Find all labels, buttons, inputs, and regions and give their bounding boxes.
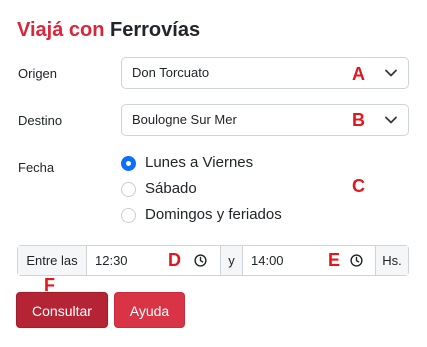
- page-title: Viajá con Ferrovías: [17, 18, 200, 42]
- annotation-marker-a: A: [352, 64, 365, 84]
- title-accent: Viajá con: [17, 19, 105, 41]
- chevron-down-icon: [385, 116, 397, 124]
- annotation-marker-b: B: [352, 110, 365, 130]
- time-suffix: Hs.: [376, 246, 408, 275]
- origin-select[interactable]: Don Torcuato: [121, 57, 409, 89]
- time-to-value: 14:00: [251, 253, 284, 268]
- chevron-down-icon: [385, 69, 397, 77]
- radio-weekdays-label: Lunes a Viernes: [145, 154, 254, 171]
- trip-search-card: Viajá con Ferrovías Origen Don Torcuato …: [0, 0, 427, 347]
- submit-button[interactable]: Consultar: [16, 292, 108, 328]
- radio-sundays-holidays[interactable]: [121, 207, 136, 223]
- origin-value: Don Torcuato: [132, 65, 210, 80]
- radio-option-saturday[interactable]: Sábado: [121, 179, 197, 199]
- help-button[interactable]: Ayuda: [114, 292, 185, 328]
- radio-saturday[interactable]: [121, 181, 136, 197]
- time-to-input[interactable]: 14:00 E: [243, 246, 376, 275]
- time-from-value: 12:30: [95, 253, 128, 268]
- time-connector: y: [221, 246, 243, 275]
- radio-option-sundays-holidays[interactable]: Domingos y feriados: [121, 205, 282, 225]
- annotation-marker-e: E: [328, 250, 341, 270]
- time-range-group: Entre las 12:30 D y 14:00 E Hs.: [17, 245, 409, 276]
- radio-saturday-label: Sábado: [145, 180, 197, 197]
- time-from-input[interactable]: 12:30 D: [87, 246, 221, 275]
- origin-label: Origen: [18, 66, 58, 81]
- radio-weekdays[interactable]: [121, 155, 136, 171]
- date-label: Fecha: [18, 160, 55, 175]
- title-brand: Ferrovías: [110, 19, 201, 41]
- destination-select[interactable]: Boulogne Sur Mer: [121, 104, 409, 136]
- annotation-marker-d: D: [168, 250, 181, 270]
- radio-sundays-holidays-label: Domingos y feriados: [145, 206, 282, 223]
- destination-label: Destino: [18, 113, 63, 128]
- clock-icon[interactable]: [194, 254, 207, 267]
- time-prefix: Entre las: [18, 246, 87, 275]
- clock-icon[interactable]: [350, 254, 363, 267]
- annotation-marker-c: C: [352, 176, 365, 196]
- destination-value: Boulogne Sur Mer: [132, 112, 237, 127]
- radio-option-weekdays[interactable]: Lunes a Viernes: [121, 153, 253, 173]
